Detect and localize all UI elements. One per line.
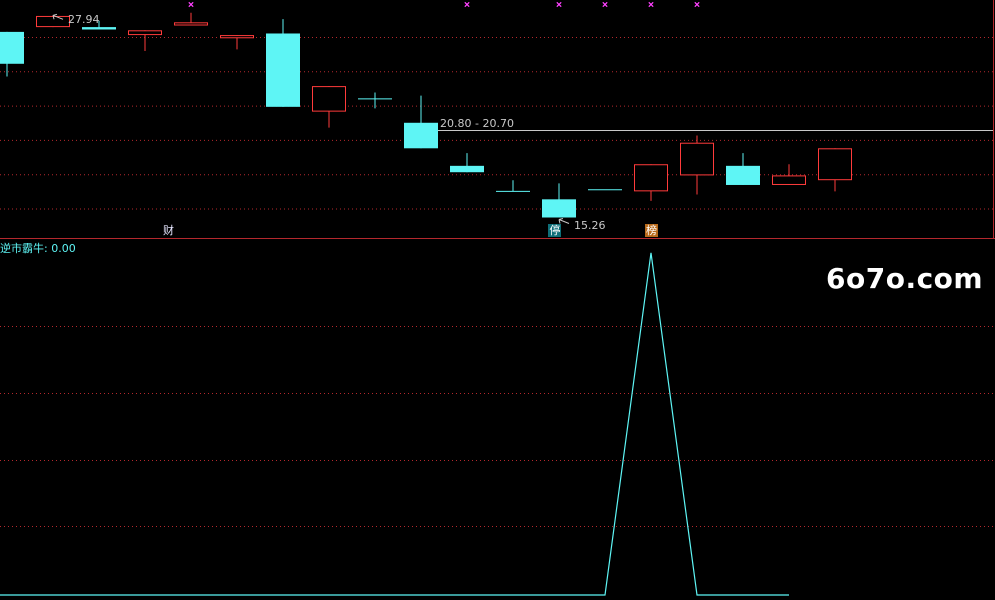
candle — [128, 30, 162, 52]
candle-body — [82, 27, 116, 30]
indicator-title: 逆市霸牛: 0.00 — [0, 242, 76, 255]
candle-body — [680, 142, 714, 176]
candle-body — [404, 122, 438, 149]
candle-body — [772, 175, 806, 185]
candle-body — [450, 165, 484, 173]
candle — [542, 183, 576, 218]
marker-x — [694, 1, 700, 8]
candle — [450, 153, 484, 173]
marker-x — [464, 1, 470, 8]
range-price-label: 20.80 - 20.70 — [440, 116, 514, 130]
candle — [496, 180, 530, 192]
candle — [220, 35, 254, 50]
candlestick-series — [0, 12, 852, 218]
candle — [818, 148, 852, 192]
marker-x — [602, 1, 608, 8]
candle-body — [36, 15, 70, 28]
marker-x — [556, 1, 562, 8]
chart-canvas — [0, 0, 995, 596]
candle — [266, 19, 300, 107]
candle-body — [726, 165, 760, 185]
candle-body — [634, 164, 668, 192]
high-price-label: 27.94 — [68, 13, 100, 27]
candle — [0, 31, 24, 77]
site-watermark: 6o7o.com — [826, 262, 984, 295]
candle — [634, 164, 668, 201]
candle — [358, 92, 392, 109]
candle-body — [542, 199, 576, 218]
candle-body — [174, 22, 208, 26]
candle — [726, 153, 760, 185]
candle-body — [818, 148, 852, 181]
candle-body — [266, 33, 300, 107]
candle-body — [312, 86, 346, 112]
marker-series — [188, 1, 700, 8]
event-tag-cai[interactable]: 财 — [162, 224, 175, 237]
candle-body — [220, 35, 254, 39]
low-pointer — [558, 218, 570, 224]
indicator-line — [0, 252, 789, 596]
candle — [680, 135, 714, 195]
candle-body — [0, 31, 24, 64]
candle-body — [128, 30, 162, 36]
candle — [404, 95, 438, 149]
marker-x — [648, 1, 654, 8]
lower-grid — [0, 326, 993, 527]
candle — [312, 86, 346, 128]
event-tag-bang[interactable]: 榜 — [645, 224, 658, 237]
marker-x — [188, 1, 194, 8]
low-price-label: 15.26 — [574, 218, 606, 232]
candle — [174, 12, 208, 26]
event-tag-ting[interactable]: 停 — [548, 224, 562, 237]
